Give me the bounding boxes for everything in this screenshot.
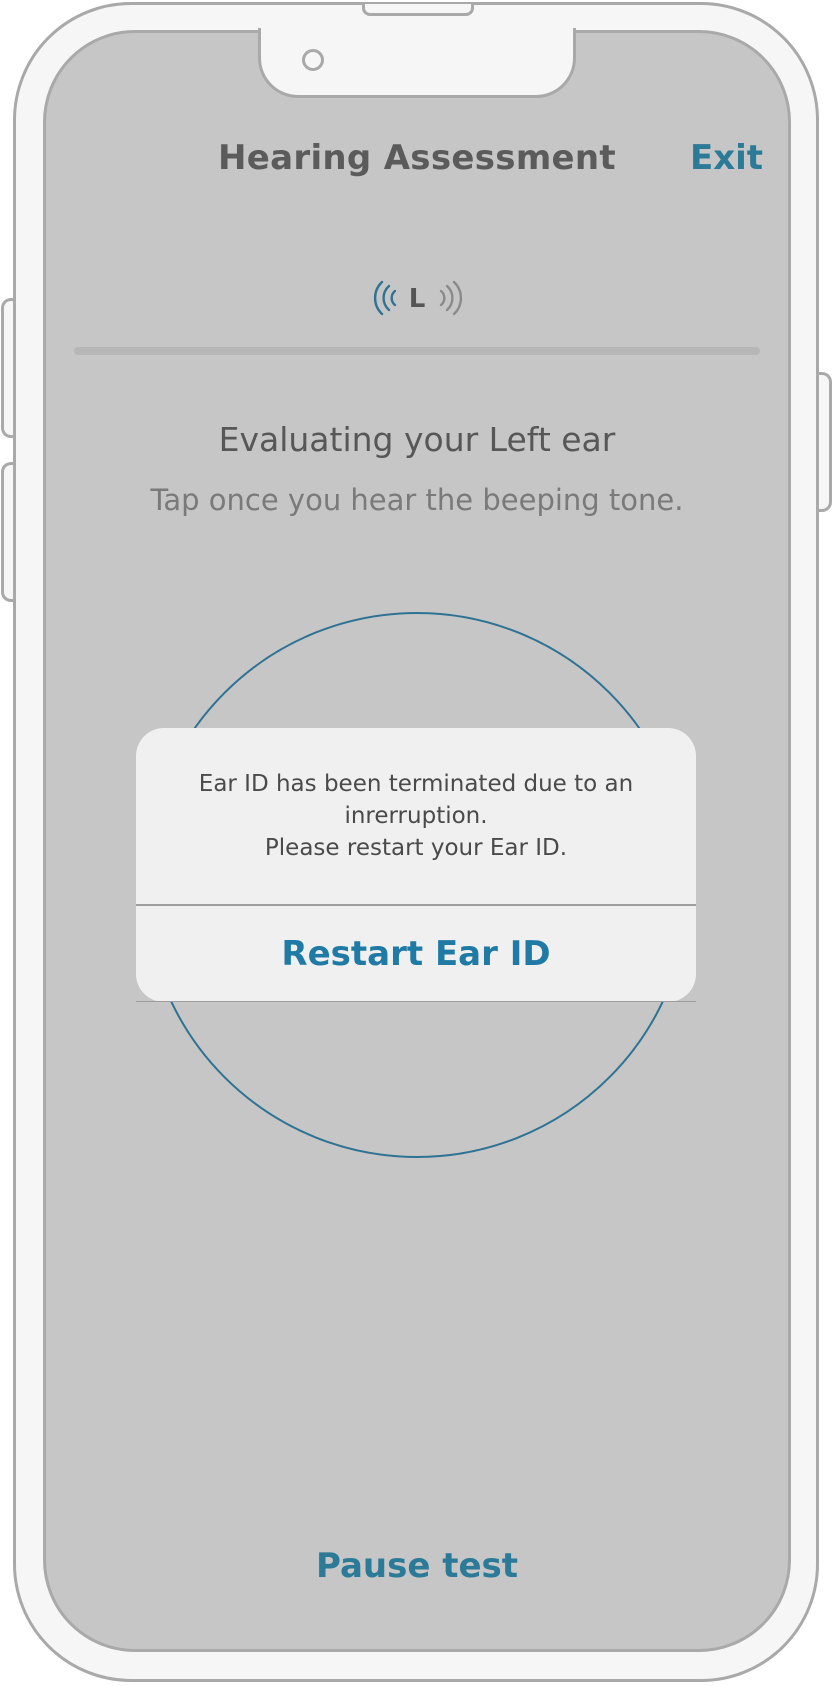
alert-message-line: Ear ID has been terminated due to an — [198, 771, 634, 797]
ear-side-label: L — [408, 284, 426, 314]
front-camera — [302, 49, 324, 71]
alert-message-line: Please restart your Ear ID. — [264, 835, 568, 861]
alert-dialog: Ear ID has been terminated due to an inr… — [136, 728, 696, 1002]
alert-message-line: inrerruption. — [344, 803, 488, 829]
speaker-grille — [362, 4, 474, 16]
evaluation-instruction: Tap once you hear the beeping tone. — [150, 483, 684, 517]
exit-button[interactable]: Exit — [690, 138, 763, 178]
device-mockup: Hearing Assessment Exit L Evaluating you… — [0, 0, 834, 1686]
evaluation-title: Evaluating your Left ear — [218, 420, 616, 459]
pause-test-button[interactable]: Pause test — [0, 1546, 834, 1586]
alert-message: Ear ID has been terminated due to an inr… — [156, 768, 676, 864]
alert-bottom-line — [136, 1001, 696, 1002]
restart-ear-id-button[interactable]: Restart Ear ID — [136, 906, 696, 1002]
progress-bar — [74, 347, 760, 355]
